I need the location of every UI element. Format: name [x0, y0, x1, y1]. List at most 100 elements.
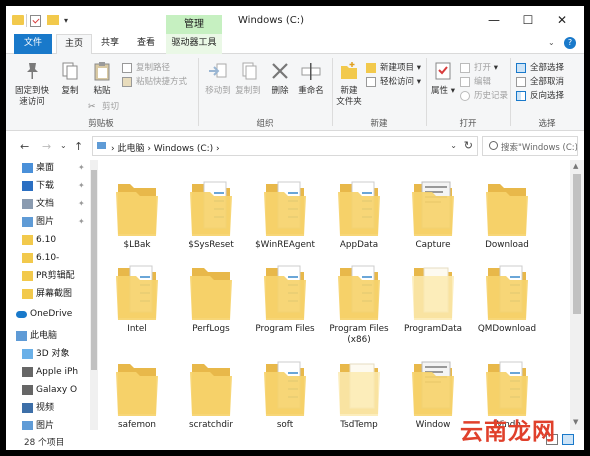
folder-icon	[412, 262, 454, 320]
nav-item[interactable]: Galaxy O	[6, 382, 90, 398]
pin-quick-access-button[interactable]: 固定到快 速访问	[12, 60, 52, 108]
clipboard-group: 固定到快 速访问 复制 粘贴 复制路径 粘贴快捷方式 ✂ 剪切 剪贴板	[6, 54, 196, 131]
invert-selection-label: 反向选择	[530, 91, 565, 101]
history-icon	[460, 91, 470, 101]
folder-item[interactable]: Program Files	[248, 254, 322, 344]
nav-item[interactable]: 视频	[6, 400, 90, 416]
customize-quick-access-icon[interactable]: ▾	[64, 16, 73, 25]
address-path[interactable]: › 此电脑 › Windows (C:) ›	[111, 141, 220, 154]
nav-item[interactable]: 下载 ✦	[6, 178, 90, 194]
copy-button[interactable]: 复制	[56, 60, 84, 97]
folder-item[interactable]: $SysReset	[174, 170, 248, 260]
folder-item[interactable]: soft	[248, 350, 322, 430]
move-to-label: 移动到	[205, 86, 231, 96]
nav-item[interactable]: 此电脑	[6, 328, 90, 344]
back-arrow-icon[interactable]: ←	[20, 140, 29, 153]
scroll-down-icon[interactable]: ▼	[573, 418, 578, 426]
open-group-label: 打开	[459, 119, 477, 129]
tab-drive-tools[interactable]: 驱动器工具	[166, 34, 222, 54]
folder-item[interactable]: ProgramData	[396, 254, 470, 344]
new-folder-button[interactable]: 新建 文件夹	[334, 60, 364, 108]
scroll-up-icon[interactable]: ▲	[573, 162, 578, 170]
chevron-down-icon[interactable]: ⌄	[450, 141, 457, 150]
delete-button[interactable]: 删除	[268, 60, 292, 97]
maximize-button[interactable]: ☐	[516, 12, 540, 28]
select-none-button[interactable]: 全部取消	[516, 76, 564, 88]
nav-item[interactable]: OneDrive	[6, 306, 90, 322]
nav-item[interactable]: 桌面 ✦	[6, 160, 90, 176]
edit-button[interactable]: 编辑	[460, 76, 491, 88]
folder-item[interactable]: Intel	[100, 254, 174, 344]
nav-scrollbar[interactable]	[90, 160, 98, 430]
folder-item[interactable]: Window	[396, 350, 470, 430]
folder-name: $SysReset	[188, 240, 234, 250]
cut-button[interactable]: ✂ 剪切	[88, 101, 119, 113]
nav-item[interactable]: Apple iPh	[6, 364, 90, 380]
nav-item[interactable]: 6.10	[6, 232, 90, 248]
nav-item[interactable]: 3D 对象	[6, 346, 90, 362]
folder-item[interactable]: TsdTemp	[322, 350, 396, 430]
nav-item[interactable]: 文档 ✦	[6, 196, 90, 212]
close-button[interactable]: ✕	[550, 12, 574, 28]
tab-view[interactable]: 查看	[132, 34, 160, 54]
clipboard-icon	[94, 62, 110, 81]
folder-icon	[22, 271, 33, 281]
folder-item[interactable]: scratchdir	[174, 350, 248, 430]
content-scroll-thumb[interactable]	[573, 174, 581, 314]
select-all-button[interactable]: 全部选择	[516, 62, 564, 74]
content-scrollbar[interactable]: ▲ ▼	[570, 160, 584, 430]
open-button[interactable]: 打开 ▾	[460, 62, 498, 74]
paste-button[interactable]: 粘贴	[88, 60, 116, 97]
invert-selection-button[interactable]: 反向选择	[516, 90, 564, 102]
folder-icon	[22, 289, 33, 299]
tab-file[interactable]: 文件	[14, 34, 52, 54]
nav-item[interactable]: PR剪辑配	[6, 268, 90, 284]
nav-item[interactable]: 屏幕截图	[6, 286, 90, 302]
tab-home[interactable]: 主页	[56, 34, 92, 54]
paste-label: 粘贴	[93, 86, 111, 96]
pictures-icon	[22, 217, 33, 227]
recent-locations-icon[interactable]: ⌄	[60, 141, 67, 150]
easy-access-button[interactable]: 轻松访问 ▾	[366, 76, 421, 88]
folder-item[interactable]: PerfLogs	[174, 254, 248, 344]
nav-item[interactable]: 6.10-	[6, 250, 90, 266]
chevron-down-icon[interactable]: ⌄	[548, 38, 555, 47]
folder-item[interactable]: $LBak	[100, 170, 174, 260]
copy-to-button[interactable]: 复制到	[234, 60, 262, 97]
folder-item[interactable]: $WinREAgent	[248, 170, 322, 260]
minimize-button[interactable]: —	[482, 12, 506, 28]
nav-item[interactable]: 图片 ✦	[6, 214, 90, 230]
edit-icon	[460, 77, 470, 87]
paste-shortcut-button[interactable]: 粘贴快捷方式	[122, 76, 187, 88]
rename-button[interactable]: 重命名	[296, 60, 326, 97]
help-icon[interactable]: ?	[564, 37, 576, 49]
folder-item[interactable]: Program Files (x86)	[322, 254, 396, 345]
search-box[interactable]: 搜索"Windows (C:)"	[482, 136, 578, 156]
nav-scroll-thumb[interactable]	[91, 170, 97, 370]
address-bar[interactable]: › 此电脑 › Windows (C:) › ⌄ ↻	[92, 136, 478, 156]
properties-button[interactable]: 属性 ▾	[430, 60, 456, 97]
refresh-icon[interactable]: ↻	[464, 139, 473, 152]
move-to-icon	[209, 63, 227, 78]
new-folder-quick-icon[interactable]	[47, 15, 59, 25]
copy-path-button[interactable]: 复制路径	[122, 62, 170, 74]
new-item-button[interactable]: 新建项目 ▾	[366, 62, 421, 74]
select-all-label: 全部选择	[530, 63, 565, 73]
tab-share[interactable]: 共享	[96, 34, 124, 54]
history-button[interactable]: 历史记录	[460, 90, 508, 102]
folder-item[interactable]: Capture	[396, 170, 470, 260]
folder-item[interactable]: safemon	[100, 350, 174, 430]
properties-quick-icon[interactable]	[30, 15, 41, 27]
search-input[interactable]: 搜索"Windows (C:)"	[501, 141, 577, 153]
move-to-button[interactable]: 移动到	[204, 60, 232, 97]
forward-arrow-icon[interactable]: →	[42, 140, 51, 153]
nav-item-label: 6.10	[36, 235, 57, 245]
folder-item[interactable]: AppData	[322, 170, 396, 260]
copy-icon	[62, 62, 78, 80]
folder-item[interactable]: Download	[470, 170, 544, 260]
history-label: 历史记录	[474, 91, 509, 101]
paste-shortcut-icon	[122, 77, 132, 87]
folder-name: Download	[485, 240, 529, 250]
up-arrow-icon[interactable]: ↑	[74, 140, 83, 153]
folder-item[interactable]: QMDownload	[470, 254, 544, 344]
